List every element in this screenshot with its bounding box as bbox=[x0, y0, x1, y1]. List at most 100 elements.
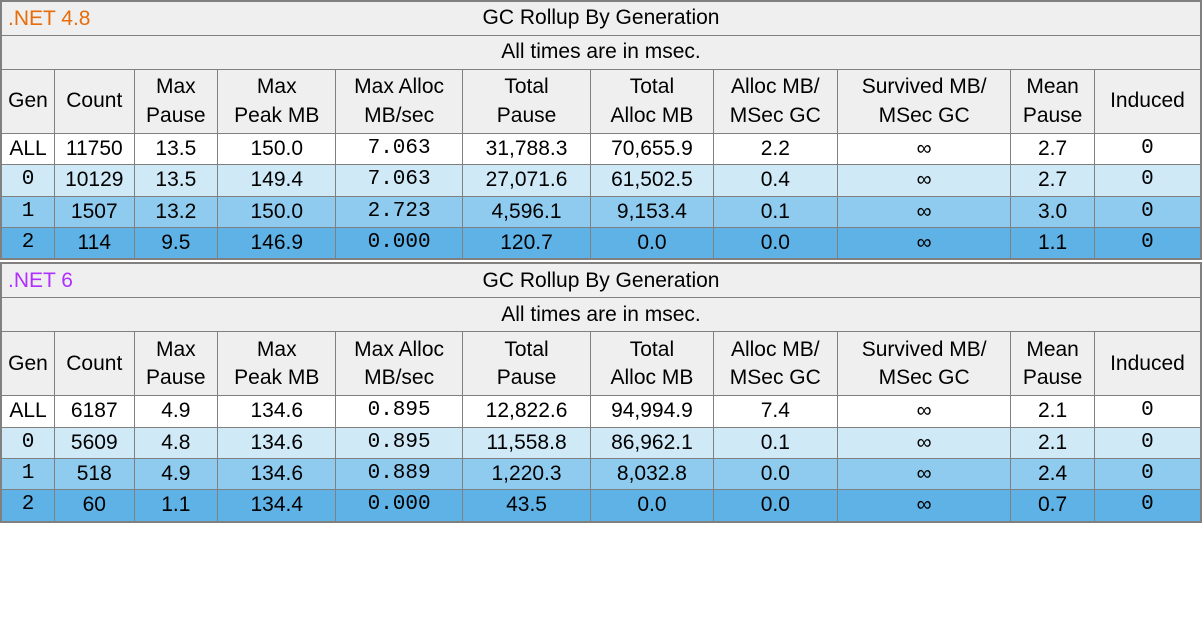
column-header: Max AllocMB/sec bbox=[336, 332, 462, 396]
table-cell: 0.889 bbox=[336, 459, 462, 490]
table-cell: 0 bbox=[1094, 134, 1200, 165]
table-cell: 0.4 bbox=[713, 165, 837, 196]
table-cell: 150.0 bbox=[218, 134, 336, 165]
table-cell: 13.5 bbox=[134, 165, 218, 196]
table-cell: 0.1 bbox=[713, 196, 837, 227]
table-cell: 13.2 bbox=[134, 196, 218, 227]
table-cell: 0 bbox=[1094, 459, 1200, 490]
column-header: Max AllocMB/sec bbox=[336, 70, 462, 134]
table-cell: 11,558.8 bbox=[462, 427, 590, 458]
table-cell: 146.9 bbox=[218, 228, 336, 259]
column-header: Induced bbox=[1094, 70, 1200, 134]
table-cell: 12,822.6 bbox=[462, 396, 590, 427]
table-cell: ALL bbox=[2, 134, 55, 165]
column-header: MaxPeak MB bbox=[218, 70, 336, 134]
table-cell: 9.5 bbox=[134, 228, 218, 259]
table-cell: ∞ bbox=[837, 427, 1010, 458]
version-label: .NET 6 bbox=[8, 267, 73, 295]
table-cell: ALL bbox=[2, 396, 55, 427]
table-cell: ∞ bbox=[837, 490, 1010, 521]
table-cell: 0.0 bbox=[713, 459, 837, 490]
table-cell: 1,220.3 bbox=[462, 459, 590, 490]
table-cell: 0.0 bbox=[713, 490, 837, 521]
column-header: Gen bbox=[2, 332, 55, 396]
column-header: TotalAlloc MB bbox=[591, 70, 713, 134]
table-cell: 2.1 bbox=[1011, 427, 1095, 458]
table-cell: 2.1 bbox=[1011, 396, 1095, 427]
table-cell: 0.895 bbox=[336, 396, 462, 427]
panel-title-cell: .NET 4.8 GC Rollup By Generation bbox=[2, 2, 1201, 36]
table-cell: 1.1 bbox=[1011, 228, 1095, 259]
panel-title: GC Rollup By Generation bbox=[483, 267, 720, 295]
table-row: ALL61874.9134.60.89512,822.694,994.97.4∞… bbox=[2, 396, 1201, 427]
column-header: Count bbox=[55, 332, 135, 396]
column-header: TotalPause bbox=[462, 332, 590, 396]
version-label: .NET 4.8 bbox=[8, 4, 90, 32]
column-header: Induced bbox=[1094, 332, 1200, 396]
table-row: 01012913.5149.47.06327,071.661,502.50.4∞… bbox=[2, 165, 1201, 196]
panel-title-cell: .NET 6 GC Rollup By Generation bbox=[2, 264, 1201, 298]
table-cell: 4.9 bbox=[134, 396, 218, 427]
panel-title: GC Rollup By Generation bbox=[483, 4, 720, 32]
column-header: MaxPause bbox=[134, 70, 218, 134]
table-cell: 134.4 bbox=[218, 490, 336, 521]
gc-rollup-table: .NET 6GC Rollup By GenerationAll times a… bbox=[1, 263, 1201, 521]
gc-rollup-panel: .NET 4.8 GC Rollup By Generation All times… bbox=[0, 0, 1202, 260]
table-cell: 0 bbox=[1094, 396, 1200, 427]
table-cell: 2.723 bbox=[336, 196, 462, 227]
table-cell: ∞ bbox=[837, 134, 1010, 165]
table-cell: 0.000 bbox=[336, 228, 462, 259]
table-cell: 0 bbox=[1094, 196, 1200, 227]
table-cell: ∞ bbox=[837, 459, 1010, 490]
column-header: TotalPause bbox=[462, 70, 590, 134]
table-cell: ∞ bbox=[837, 228, 1010, 259]
table-cell: 8,032.8 bbox=[591, 459, 713, 490]
table-cell: 2.4 bbox=[1011, 459, 1095, 490]
table-cell: 7.063 bbox=[336, 134, 462, 165]
table-cell: 0 bbox=[1094, 228, 1200, 259]
table-cell: 2.2 bbox=[713, 134, 837, 165]
table-row: 2601.1134.40.00043.50.00.0∞0.70 bbox=[2, 490, 1201, 521]
table-cell: 120.7 bbox=[462, 228, 590, 259]
table-row: 1150713.2150.02.7234,596.19,153.40.1∞3.0… bbox=[2, 196, 1201, 227]
table-row: 056094.8134.60.89511,558.886,962.10.1∞2.… bbox=[2, 427, 1201, 458]
table-cell: 61,502.5 bbox=[591, 165, 713, 196]
column-header: Survived MB/MSec GC bbox=[837, 70, 1010, 134]
column-header: TotalAlloc MB bbox=[591, 332, 713, 396]
table-cell: ∞ bbox=[837, 196, 1010, 227]
column-header: Count bbox=[55, 70, 135, 134]
panel-subtitle: All times are in msec. bbox=[2, 36, 1201, 70]
table-cell: 114 bbox=[55, 228, 135, 259]
table-cell: 149.4 bbox=[218, 165, 336, 196]
column-header: Gen bbox=[2, 70, 55, 134]
table-cell: 0.000 bbox=[336, 490, 462, 521]
table-cell: 0 bbox=[2, 165, 55, 196]
table-cell: 60 bbox=[55, 490, 135, 521]
table-row: 15184.9134.60.8891,220.38,032.80.0∞2.40 bbox=[2, 459, 1201, 490]
column-header: Survived MB/MSec GC bbox=[837, 332, 1010, 396]
table-cell: 0.0 bbox=[591, 490, 713, 521]
table-cell: 9,153.4 bbox=[591, 196, 713, 227]
table-cell: 134.6 bbox=[218, 459, 336, 490]
table-cell: 4.8 bbox=[134, 427, 218, 458]
gc-rollup-table: .NET 4.8 GC Rollup By Generation All times… bbox=[1, 1, 1201, 259]
table-cell: 5609 bbox=[55, 427, 135, 458]
table-cell: 7.063 bbox=[336, 165, 462, 196]
table-cell: 2.7 bbox=[1011, 134, 1095, 165]
table-cell: 0.895 bbox=[336, 427, 462, 458]
table-cell: 43.5 bbox=[462, 490, 590, 521]
table-cell: 0.0 bbox=[713, 228, 837, 259]
column-header: MeanPause bbox=[1011, 70, 1095, 134]
column-header: MeanPause bbox=[1011, 332, 1095, 396]
table-cell: 1507 bbox=[55, 196, 135, 227]
table-cell: 11750 bbox=[55, 134, 135, 165]
table-cell: 1 bbox=[2, 459, 55, 490]
table-cell: 7.4 bbox=[713, 396, 837, 427]
table-cell: 4,596.1 bbox=[462, 196, 590, 227]
table-cell: 4.9 bbox=[134, 459, 218, 490]
column-header: Alloc MB/MSec GC bbox=[713, 332, 837, 396]
table-row: ALL1175013.5150.07.06331,788.370,655.92.… bbox=[2, 134, 1201, 165]
table-cell: 0 bbox=[1094, 165, 1200, 196]
table-cell: 0 bbox=[2, 427, 55, 458]
table-cell: 27,071.6 bbox=[462, 165, 590, 196]
